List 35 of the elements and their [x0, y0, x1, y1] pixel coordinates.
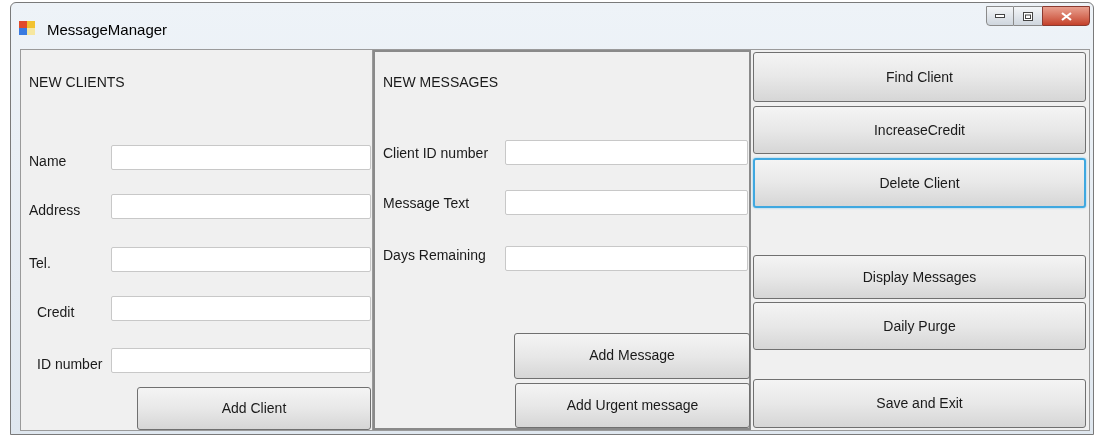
text-field[interactable]	[111, 348, 371, 373]
save-and-exit-button[interactable]: Save and Exit	[753, 379, 1086, 428]
add-urgent-message-button[interactable]: Add Urgent message	[515, 382, 750, 428]
maximize-icon	[1023, 11, 1033, 21]
field-label: Days Remaining	[383, 246, 487, 265]
display-messages-button[interactable]: Display Messages	[753, 255, 1086, 299]
field-label: Address	[29, 201, 82, 220]
add-client-button[interactable]: Add Client	[137, 387, 371, 430]
delete-client-button[interactable]: Delete Client	[753, 158, 1086, 208]
field-label: Message Text	[383, 194, 471, 213]
field-label: Tel.	[29, 254, 52, 273]
minimize-icon	[995, 14, 1005, 18]
text-field[interactable]	[505, 246, 748, 271]
section-heading: NEW CLIENTS	[29, 73, 125, 92]
field-label: ID number	[37, 355, 104, 374]
section-heading: NEW MESSAGES	[383, 73, 499, 92]
text-field[interactable]	[505, 190, 748, 215]
field-label: Client ID number	[383, 144, 490, 163]
field-label: Name	[29, 152, 68, 171]
field-label: Credit	[37, 303, 76, 322]
text-field[interactable]	[505, 140, 748, 165]
close-button[interactable]	[1042, 6, 1090, 26]
app-icon	[19, 21, 35, 35]
increase-credit-button[interactable]: IncreaseCredit	[753, 106, 1086, 154]
text-field[interactable]	[111, 247, 371, 272]
minimize-button[interactable]	[986, 6, 1014, 26]
close-icon	[1060, 11, 1072, 21]
text-field[interactable]	[111, 145, 371, 170]
window-title: MessageManager	[47, 20, 168, 40]
text-field[interactable]	[111, 194, 371, 219]
find-client-button[interactable]: Find Client	[753, 52, 1086, 102]
daily-purge-button[interactable]: Daily Purge	[753, 302, 1086, 350]
text-field[interactable]	[111, 296, 371, 321]
maximize-button[interactable]	[1014, 6, 1042, 26]
add-message-button[interactable]: Add Message	[514, 333, 750, 379]
